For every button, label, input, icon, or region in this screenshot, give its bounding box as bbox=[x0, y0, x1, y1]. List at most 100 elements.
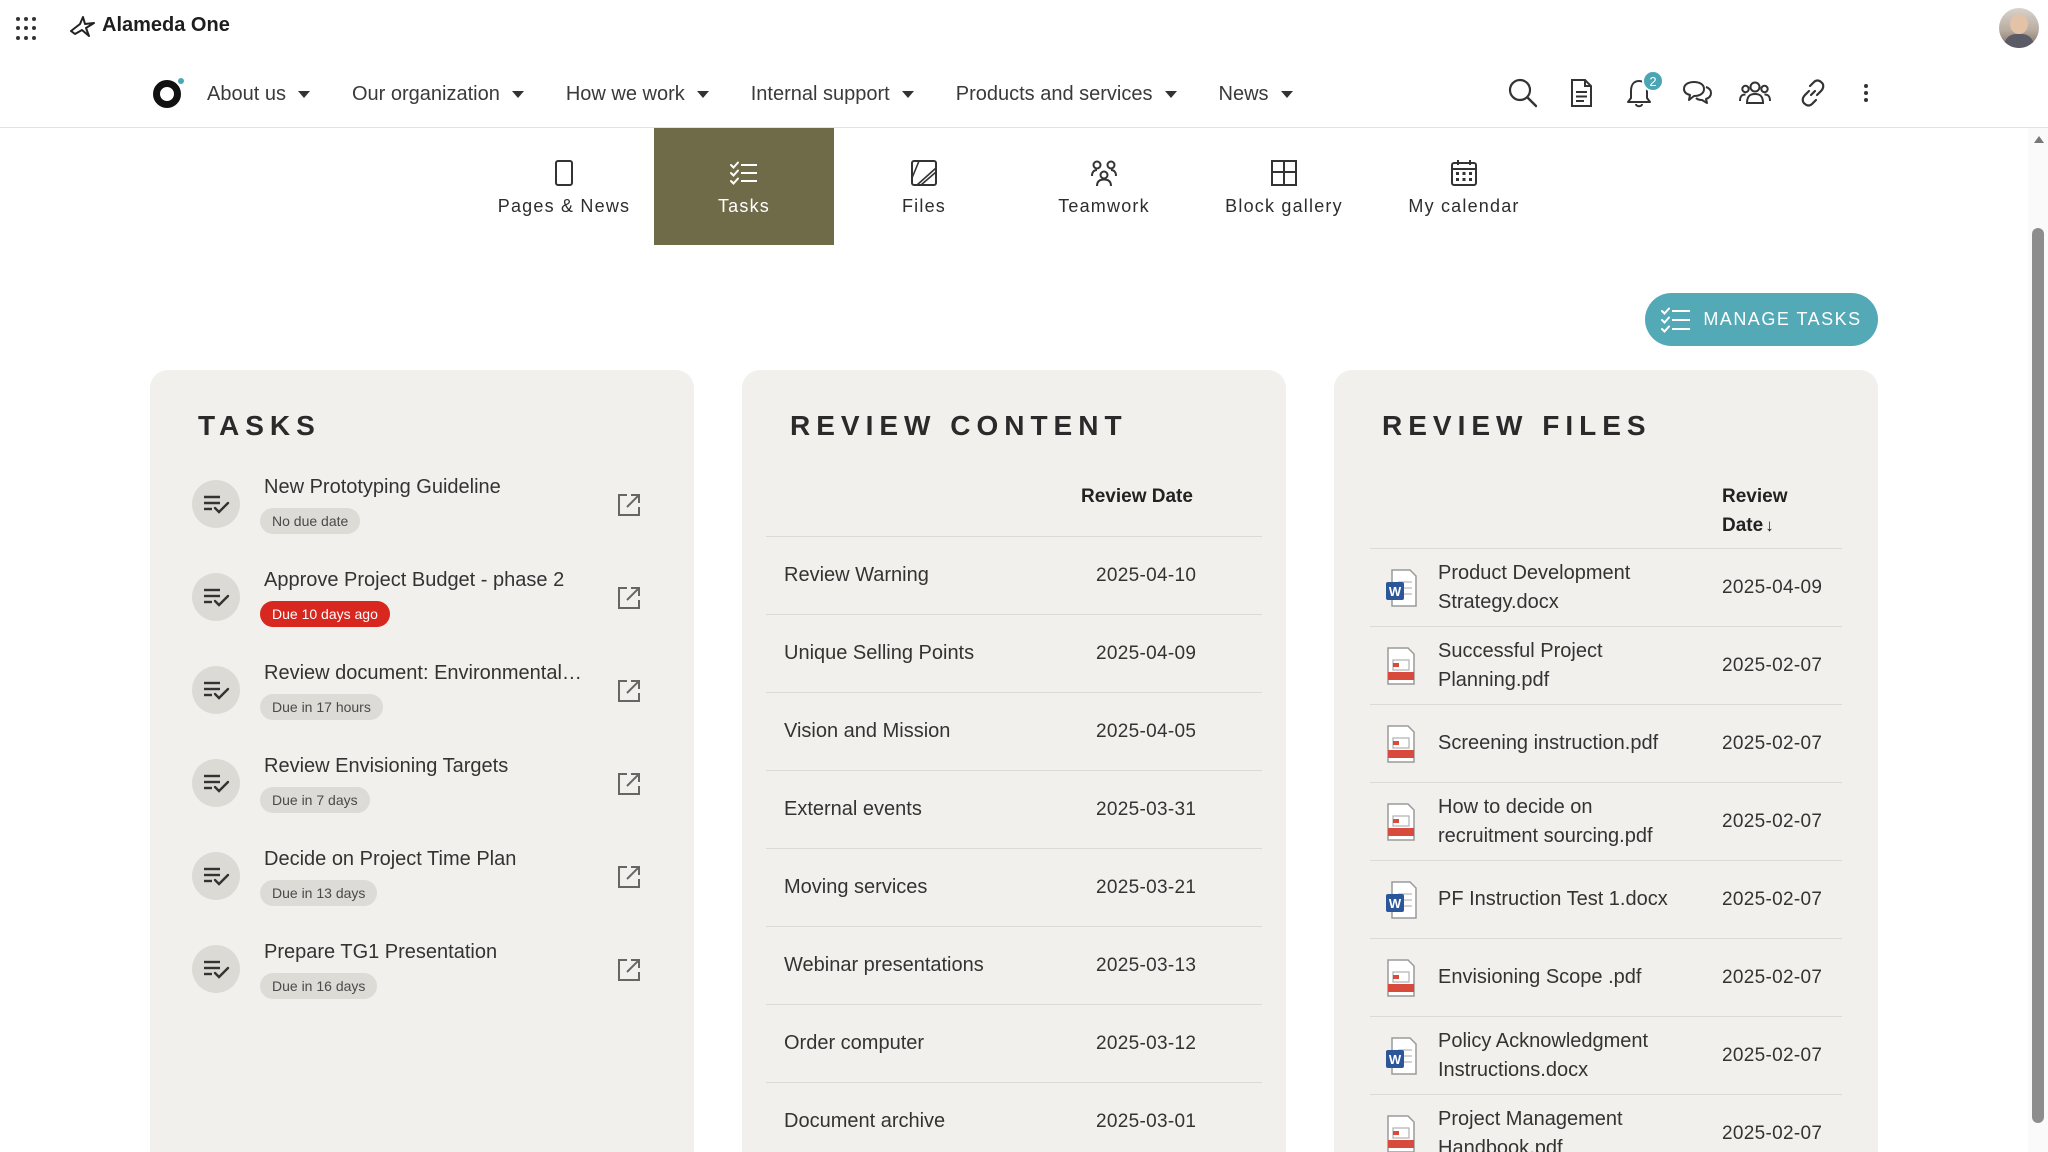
review-date: 2025-02-07 bbox=[1722, 1122, 1823, 1144]
review-content-row[interactable]: Moving services 2025-03-21 bbox=[766, 848, 1262, 926]
task-checklist-icon[interactable] bbox=[192, 573, 240, 621]
nav-item-label: How we work bbox=[565, 82, 685, 105]
review-files-title: REVIEW FILES bbox=[1382, 410, 1652, 441]
review-content-row[interactable]: Review Warning 2025-04-10 bbox=[766, 536, 1262, 614]
more-options-icon[interactable] bbox=[1856, 76, 1876, 110]
content-name[interactable]: Review Warning bbox=[784, 564, 929, 587]
nav-item-news[interactable]: News bbox=[1219, 83, 1293, 106]
caret-down-icon bbox=[297, 90, 310, 98]
review-content-card: REVIEW CONTENT Review Date Review Warnin… bbox=[742, 370, 1286, 1152]
review-content-row[interactable]: Order computer 2025-03-12 bbox=[766, 1004, 1262, 1082]
open-external-icon[interactable] bbox=[616, 771, 642, 797]
open-external-icon[interactable] bbox=[616, 678, 642, 704]
open-external-icon[interactable] bbox=[616, 864, 642, 890]
link-icon[interactable] bbox=[1796, 76, 1830, 110]
file-name[interactable]: Screening instruction.pdf bbox=[1438, 729, 1708, 758]
review-file-row[interactable]: Project Management Handbook.pdf 2025-02-07 bbox=[1370, 1094, 1842, 1152]
files-icon bbox=[911, 160, 937, 186]
review-file-row[interactable]: Envisioning Scope .pdf 2025-02-07 bbox=[1370, 938, 1842, 1016]
nav-item-our-organization[interactable]: Our organization bbox=[352, 83, 524, 106]
review-content-row[interactable]: Document archive 2025-03-01 bbox=[766, 1082, 1262, 1152]
nav-item-about-us[interactable]: About us bbox=[207, 83, 310, 106]
review-file-row[interactable]: Successful Project Planning.pdf 2025-02-07 bbox=[1370, 626, 1842, 704]
file-name[interactable]: PF Instruction Test 1.docx bbox=[1438, 885, 1708, 914]
home-logo-icon[interactable] bbox=[153, 80, 181, 108]
task-title[interactable]: Review Envisioning Targets bbox=[264, 755, 584, 778]
file-name[interactable]: How to decide on recruitment sourcing.pdf bbox=[1438, 793, 1708, 851]
review-content-row[interactable]: Vision and Mission 2025-04-05 bbox=[766, 692, 1262, 770]
chat-icon[interactable] bbox=[1680, 76, 1714, 110]
content-name[interactable]: Document archive bbox=[784, 1110, 945, 1133]
open-external-icon[interactable] bbox=[616, 957, 642, 983]
open-external-icon[interactable] bbox=[616, 492, 642, 518]
scrollbar-thumb[interactable] bbox=[2032, 228, 2044, 1123]
content-name[interactable]: External events bbox=[784, 798, 922, 821]
task-checklist-icon[interactable] bbox=[192, 480, 240, 528]
file-name[interactable]: Successful Project Planning.pdf bbox=[1438, 637, 1708, 695]
word-document-icon: W bbox=[1384, 1036, 1418, 1076]
open-external-icon[interactable] bbox=[616, 585, 642, 611]
review-file-row[interactable]: Screening instruction.pdf 2025-02-07 bbox=[1370, 704, 1842, 782]
tab-block-gallery[interactable]: Block gallery bbox=[1194, 128, 1374, 245]
people-icon[interactable] bbox=[1738, 76, 1772, 110]
nav-item-label: Internal support bbox=[750, 82, 890, 105]
task-item: New Prototyping Guideline No due date bbox=[192, 470, 642, 540]
task-checklist-icon[interactable] bbox=[192, 852, 240, 900]
review-file-row[interactable]: W Policy Acknowledgment Instructions.docx 2… bbox=[1370, 1016, 1842, 1094]
file-name[interactable]: Product Development Strategy.docx bbox=[1438, 559, 1708, 617]
file-name-line: Planning.pdf bbox=[1438, 668, 1550, 691]
nav-item-products-and-services[interactable]: Products and services bbox=[956, 83, 1177, 106]
bell-icon[interactable]: 2 bbox=[1622, 70, 1664, 110]
user-avatar[interactable] bbox=[1999, 8, 2039, 48]
tab-teamwork[interactable]: Teamwork bbox=[1014, 128, 1194, 245]
task-item: Decide on Project Time Plan Due in 13 day… bbox=[192, 842, 642, 912]
app-launcher-icon[interactable] bbox=[16, 17, 40, 41]
content-name[interactable]: Webinar presentations bbox=[784, 954, 984, 977]
search-icon[interactable] bbox=[1506, 76, 1540, 110]
review-content-row[interactable]: Webinar presentations 2025-03-13 bbox=[766, 926, 1262, 1004]
tab-label: Block gallery bbox=[1225, 196, 1343, 216]
tab-files[interactable]: Files bbox=[834, 128, 1014, 245]
tab-label: Teamwork bbox=[1058, 196, 1150, 216]
nav-item-label: Our organization bbox=[351, 82, 500, 105]
brand[interactable]: Alameda One bbox=[70, 14, 230, 37]
task-title[interactable]: Decide on Project Time Plan bbox=[264, 848, 584, 871]
task-title[interactable]: Approve Project Budget - phase 2 bbox=[264, 569, 584, 592]
svg-text:W: W bbox=[1389, 584, 1402, 599]
file-name[interactable]: Project Management Handbook.pdf bbox=[1438, 1105, 1708, 1152]
task-checklist-icon[interactable] bbox=[192, 759, 240, 807]
tab-tasks[interactable]: Tasks bbox=[654, 128, 834, 245]
tab-my-calendar[interactable]: My calendar bbox=[1374, 128, 1554, 245]
task-title[interactable]: New Prototyping Guideline bbox=[264, 476, 584, 499]
review-content-row[interactable]: Unique Selling Points 2025-04-09 bbox=[766, 614, 1262, 692]
file-name[interactable]: Policy Acknowledgment Instructions.docx bbox=[1438, 1027, 1708, 1085]
task-checklist-icon[interactable] bbox=[192, 666, 240, 714]
content-name[interactable]: Vision and Mission bbox=[784, 720, 950, 743]
content-name[interactable]: Order computer bbox=[784, 1032, 924, 1055]
review-date: 2025-02-07 bbox=[1722, 1044, 1823, 1066]
review-file-row[interactable]: W PF Instruction Test 1.docx 2025-02-07 bbox=[1370, 860, 1842, 938]
review-date-sort-header[interactable]: Review Date ↓ bbox=[1722, 482, 1787, 540]
top-bar: Alameda One bbox=[0, 0, 2048, 56]
file-name[interactable]: Envisioning Scope .pdf bbox=[1438, 963, 1708, 992]
task-title[interactable]: Review document: Environmental ... bbox=[264, 662, 584, 685]
review-date: 2025-04-10 bbox=[1096, 564, 1197, 586]
content-name[interactable]: Unique Selling Points bbox=[784, 642, 974, 665]
tab-pages-and-news[interactable]: Pages & News bbox=[474, 128, 654, 245]
manage-tasks-button[interactable]: MANAGE TASKS bbox=[1645, 293, 1878, 346]
caret-down-icon bbox=[1280, 90, 1293, 98]
nav-item-internal-support[interactable]: Internal support bbox=[751, 83, 914, 106]
scroll-up-arrow-icon[interactable] bbox=[2034, 136, 2044, 143]
nav-item-how-we-work[interactable]: How we work bbox=[566, 83, 709, 106]
review-content-row[interactable]: External events 2025-03-31 bbox=[766, 770, 1262, 848]
tab-label: Files bbox=[901, 196, 946, 216]
task-title[interactable]: Prepare TG1 Presentation bbox=[264, 941, 584, 964]
review-files-card: REVIEW FILES Review Date ↓ W Product Devel… bbox=[1334, 370, 1878, 1152]
review-date-header[interactable]: Review Date bbox=[1081, 486, 1193, 508]
task-checklist-icon[interactable] bbox=[192, 945, 240, 993]
document-icon[interactable] bbox=[1564, 76, 1598, 110]
review-file-row[interactable]: How to decide on recruitment sourcing.pdf… bbox=[1370, 782, 1842, 860]
review-file-row[interactable]: W Product Development Strategy.docx 2025-04… bbox=[1370, 548, 1842, 626]
content-name[interactable]: Moving services bbox=[784, 876, 927, 899]
task-item: Review Envisioning Targets Due in 7 days bbox=[192, 749, 642, 819]
